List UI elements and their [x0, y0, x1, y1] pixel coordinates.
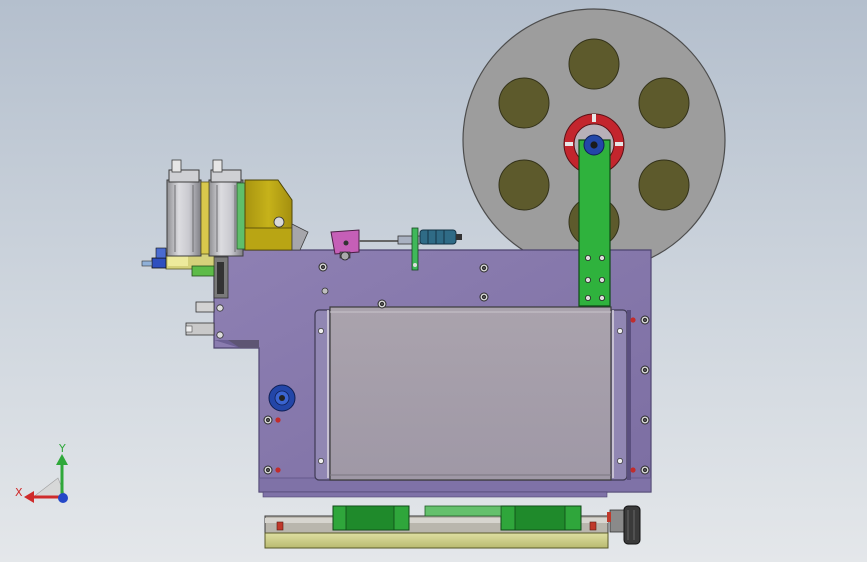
z-axis-dot	[58, 493, 68, 503]
coordinate-triad	[24, 454, 68, 503]
cover-window	[314, 306, 628, 481]
cad-viewport[interactable]: X Y	[0, 0, 867, 562]
cad-model-scene	[24, 8, 726, 549]
triad-x-label: X	[15, 486, 23, 499]
triad-y-label: Y	[59, 442, 66, 455]
plate-right-groove	[627, 310, 631, 480]
reel-hole	[568, 38, 620, 90]
reel-hole	[498, 159, 550, 211]
reel-hole	[638, 159, 690, 211]
window-panel	[329, 306, 612, 481]
green-tension-arm	[578, 134, 611, 307]
blue-adjust-knob	[268, 384, 296, 412]
reel-hole	[498, 77, 550, 129]
reel-hole	[638, 77, 690, 129]
bottom-linear-rail	[262, 491, 641, 549]
